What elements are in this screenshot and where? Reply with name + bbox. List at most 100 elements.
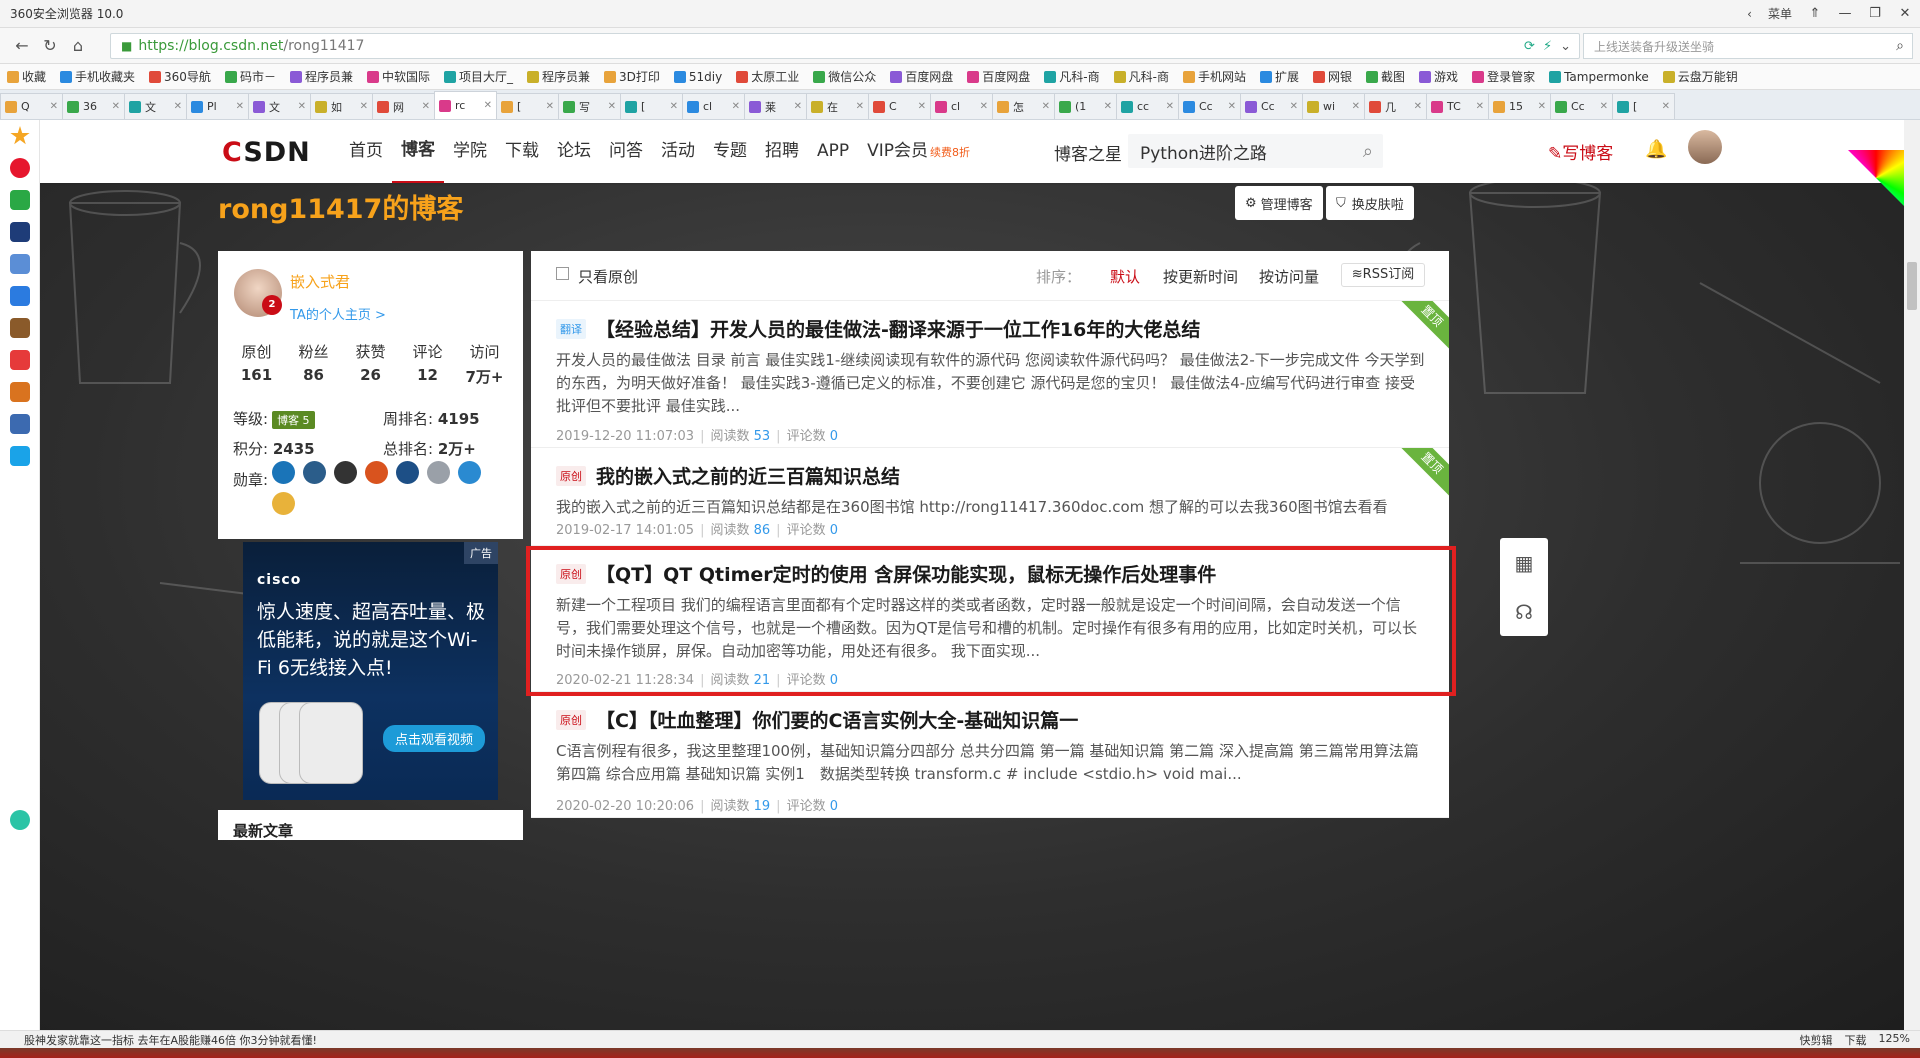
quick-edit-button[interactable]: 快剪辑 bbox=[1800, 1032, 1833, 1048]
zoom-level[interactable]: 125% bbox=[1879, 1032, 1910, 1048]
browser-tab[interactable]: TC ✕ bbox=[1426, 93, 1489, 119]
nav-link[interactable]: 论坛 bbox=[548, 120, 600, 183]
bookmark-item[interactable]: 程序员兼 bbox=[520, 68, 597, 85]
refresh-button[interactable]: ↻ bbox=[36, 32, 64, 60]
blog-star-link[interactable]: 博客之星 bbox=[1054, 140, 1122, 165]
sort-by-update[interactable]: 按更新时间 bbox=[1163, 266, 1238, 287]
bookmark-item[interactable]: 登录管家 bbox=[1465, 68, 1542, 85]
close-tab-icon[interactable]: ✕ bbox=[1166, 101, 1174, 112]
browser-tab[interactable]: Cc ✕ bbox=[1550, 93, 1613, 119]
medal-icon[interactable] bbox=[272, 492, 295, 515]
only-original-label[interactable]: 只看原创 bbox=[578, 266, 638, 287]
medal-icon[interactable] bbox=[458, 461, 481, 484]
browser-tab[interactable]: 如 ✕ bbox=[310, 93, 373, 119]
close-tab-icon[interactable]: ✕ bbox=[1662, 101, 1670, 112]
level-badge[interactable]: 博客 5 bbox=[272, 411, 315, 429]
search-icon[interactable]: ⌕ bbox=[1363, 141, 1383, 162]
medal-icon[interactable] bbox=[272, 461, 295, 484]
browser-tab[interactable]: (1 ✕ bbox=[1054, 93, 1117, 119]
close-tab-icon[interactable]: ✕ bbox=[360, 101, 368, 112]
back-arrow-icon[interactable]: ‹ bbox=[1739, 7, 1760, 21]
close-tab-icon[interactable]: ✕ bbox=[1042, 101, 1050, 112]
bookmark-item[interactable]: 收藏 bbox=[0, 68, 53, 85]
sort-by-visits[interactable]: 按访问量 bbox=[1259, 266, 1319, 287]
nav-link[interactable]: 首页 bbox=[340, 120, 392, 183]
blog-title[interactable]: rong11417的博客 bbox=[218, 187, 463, 226]
p-icon[interactable] bbox=[10, 446, 30, 466]
bookmark-item[interactable]: 百度网盘 bbox=[960, 68, 1037, 85]
mail-icon[interactable] bbox=[10, 190, 30, 210]
manage-blog-button[interactable]: ⚙ 管理博客 bbox=[1235, 186, 1323, 220]
article-item[interactable]: 翻译 【经验总结】开发人员的最佳做法-翻译来源于一位工作16年的大佬总结 开发人员的… bbox=[531, 301, 1449, 448]
browser-tab[interactable]: [✕ bbox=[620, 93, 683, 119]
bookmark-item[interactable]: 游戏 bbox=[1412, 68, 1465, 85]
bookmark-item[interactable]: 手机收藏夹 bbox=[53, 68, 142, 85]
article-item[interactable]: 原创 【C】【吐血整理】你们要的C语言实例大全-基础知识篇一 C语言例程有很多，我这… bbox=[531, 692, 1449, 818]
medal-icon[interactable] bbox=[427, 461, 450, 484]
nav-link[interactable]: 问答 bbox=[600, 120, 652, 183]
sync-icon[interactable]: ⟳ bbox=[1524, 39, 1535, 54]
close-tab-icon[interactable]: ✕ bbox=[608, 101, 616, 112]
bookmark-item[interactable]: 云盘万能钥 bbox=[1656, 68, 1745, 85]
browser-tab[interactable]: rc ✕ bbox=[434, 91, 497, 119]
bookmark-item[interactable]: 程序员兼 bbox=[283, 68, 360, 85]
close-tab-icon[interactable]: ✕ bbox=[112, 101, 120, 112]
url-field[interactable]: ■ https://blog.csdn.net/rong11417 ⟳ ⚡ ⌄ bbox=[110, 33, 1580, 59]
article-title[interactable]: 我的嵌入式之前的近三百篇知识总结 bbox=[596, 462, 900, 489]
write-blog-button[interactable]: ✎写博客 bbox=[1548, 139, 1613, 164]
close-tab-icon[interactable]: ✕ bbox=[856, 101, 864, 112]
browser-tab[interactable]: 文 ✕ bbox=[124, 93, 187, 119]
browser-tab[interactable]: C ✕ bbox=[868, 93, 931, 119]
bookmark-item[interactable]: 51diy bbox=[667, 70, 729, 84]
bookmark-item[interactable]: 截图 bbox=[1359, 68, 1412, 85]
medal-icon[interactable] bbox=[334, 461, 357, 484]
bookmark-item[interactable]: 网银 bbox=[1306, 68, 1359, 85]
watch-video-button[interactable]: 点击观看视频 bbox=[383, 725, 486, 752]
rss-button[interactable]: ≋RSS订阅 bbox=[1341, 263, 1425, 287]
news-icon[interactable] bbox=[10, 222, 30, 242]
article-summary[interactable]: 开发人员的最佳做法 目录 前言 最佳实践1-继续阅读现有软件的源代码 您阅读软件… bbox=[556, 349, 1426, 418]
only-original-checkbox[interactable] bbox=[556, 267, 569, 280]
close-button[interactable]: ✕ bbox=[1890, 6, 1920, 21]
bookmark-item[interactable]: 凡科-商 bbox=[1107, 68, 1176, 85]
close-tab-icon[interactable]: ✕ bbox=[546, 101, 554, 112]
bookmark-item[interactable]: Tampermonke bbox=[1542, 70, 1656, 84]
article-title[interactable]: 【C】【吐血整理】你们要的C语言实例大全-基础知识篇一 bbox=[596, 706, 1078, 733]
bookmark-item[interactable]: 百度网盘 bbox=[883, 68, 960, 85]
browser-tab[interactable]: 文 ✕ bbox=[248, 93, 311, 119]
nav-link[interactable]: 学院 bbox=[444, 120, 496, 183]
browser-tab[interactable]: cl ✕ bbox=[930, 93, 993, 119]
bookmark-item[interactable]: 扩展 bbox=[1253, 68, 1306, 85]
menu-button[interactable]: 菜单 bbox=[1760, 5, 1800, 22]
browser-tab[interactable]: [✕ bbox=[1612, 93, 1675, 119]
browser-tab[interactable]: cl ✕ bbox=[682, 93, 745, 119]
bookmark-item[interactable]: 项目大厅_ bbox=[437, 68, 520, 85]
game3-icon[interactable] bbox=[10, 414, 30, 434]
bookmark-item[interactable]: 凡科-商 bbox=[1037, 68, 1106, 85]
qrcode-icon[interactable]: ▦ bbox=[1500, 538, 1548, 587]
browser-tab[interactable]: Cc ✕ bbox=[1178, 93, 1241, 119]
browser-search-input[interactable]: 上线送装备升级送坐骑 ⌕ bbox=[1583, 33, 1913, 59]
close-tab-icon[interactable]: ✕ bbox=[1600, 101, 1608, 112]
page-scrollbar[interactable] bbox=[1904, 120, 1920, 1030]
browser-tab[interactable]: Pl ✕ bbox=[186, 93, 249, 119]
medal-icon[interactable] bbox=[365, 461, 388, 484]
browser-tab[interactable]: 15 ✕ bbox=[1488, 93, 1551, 119]
weibo-icon[interactable] bbox=[10, 158, 30, 178]
nav-link[interactable]: APP bbox=[808, 120, 858, 183]
site-search-input[interactable]: Python进阶之路 ⌕ bbox=[1128, 134, 1383, 168]
nav-link[interactable]: 招聘 bbox=[756, 120, 808, 183]
close-tab-icon[interactable]: ✕ bbox=[236, 101, 244, 112]
close-tab-icon[interactable]: ✕ bbox=[298, 101, 306, 112]
article-title[interactable]: 【经验总结】开发人员的最佳做法-翻译来源于一位工作16年的大佬总结 bbox=[596, 315, 1200, 342]
user-avatar[interactable] bbox=[1688, 130, 1722, 164]
nav-link[interactable]: VIP会员 续费8折 bbox=[858, 120, 979, 183]
game2-icon[interactable] bbox=[10, 382, 30, 402]
nav-link[interactable]: 博客 bbox=[392, 120, 444, 183]
chat-icon[interactable] bbox=[10, 286, 30, 306]
close-tab-icon[interactable]: ✕ bbox=[670, 101, 678, 112]
browser-tab[interactable]: 36 ✕ bbox=[62, 93, 125, 119]
game-icon[interactable] bbox=[10, 318, 30, 338]
close-tab-icon[interactable]: ✕ bbox=[1228, 101, 1236, 112]
cisco-ad[interactable]: 广告 cisco 惊人速度、超高吞吐量、极低能耗，说的就是这个Wi-Fi 6无线… bbox=[243, 542, 498, 800]
